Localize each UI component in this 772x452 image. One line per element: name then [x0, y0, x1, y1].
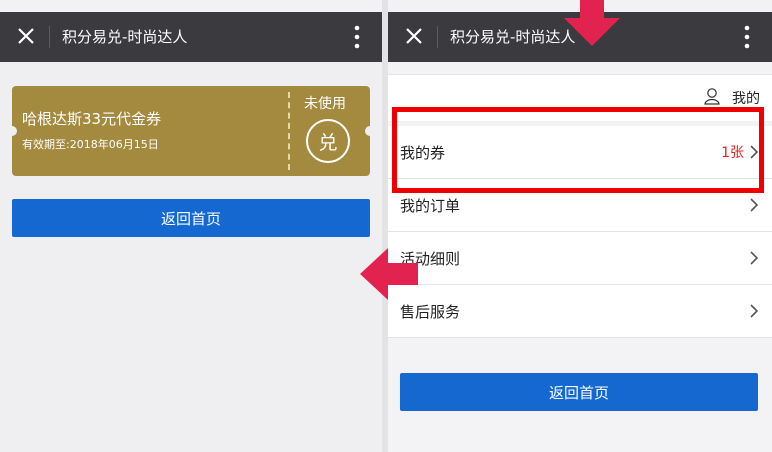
coupon-status: 未使用 — [304, 96, 346, 112]
coupon-title: 哈根达斯33元代金券 — [22, 110, 162, 128]
redeem-stamp: 兑 — [306, 119, 350, 163]
menu-item-label: 我的订单 — [400, 197, 461, 215]
coupon-perforation — [288, 92, 290, 170]
coupon-notch — [365, 126, 375, 136]
more-icon[interactable] — [744, 24, 750, 50]
menu-item-after-sales[interactable]: 售后服务 — [388, 285, 772, 338]
coupon-notch — [7, 126, 17, 136]
arrow-down-icon — [564, 0, 620, 46]
chevron-right-icon — [750, 198, 758, 212]
my-label: 我的 — [732, 91, 760, 107]
coupon-card[interactable]: 哈根达斯33元代金券 有效期至:2018年06月15日 未使用 兑 — [7, 86, 375, 176]
close-icon[interactable] — [14, 24, 38, 48]
coupon-expiry: 有效期至:2018年06月15日 — [22, 138, 159, 151]
menu-item-label: 售后服务 — [400, 303, 461, 321]
chevron-right-icon — [750, 304, 758, 318]
page-title: 积分易兑-时尚达人 — [450, 28, 576, 46]
title-bar: 积分易兑-时尚达人 — [0, 12, 382, 62]
left-screen: 积分易兑-时尚达人 哈根达斯33元代金券 有效期至:2018年06月15日 未使… — [0, 12, 382, 452]
user-icon — [704, 88, 720, 105]
highlight-box — [392, 107, 764, 193]
chevron-right-icon — [750, 251, 758, 265]
back-home-button[interactable]: 返回首页 — [12, 199, 370, 237]
more-icon[interactable] — [354, 24, 360, 50]
close-icon[interactable] — [402, 24, 426, 48]
title-separator — [437, 26, 438, 48]
right-screen: 积分易兑-时尚达人 我的 我的券 1张 我的订单 活动细则 售后服务 返回首页 — [388, 12, 772, 452]
menu-item-rules[interactable]: 活动细则 — [388, 232, 772, 285]
back-home-button[interactable]: 返回首页 — [400, 373, 758, 411]
title-separator — [49, 26, 50, 48]
arrow-left-icon — [360, 248, 418, 300]
page-title: 积分易兑-时尚达人 — [62, 28, 188, 46]
